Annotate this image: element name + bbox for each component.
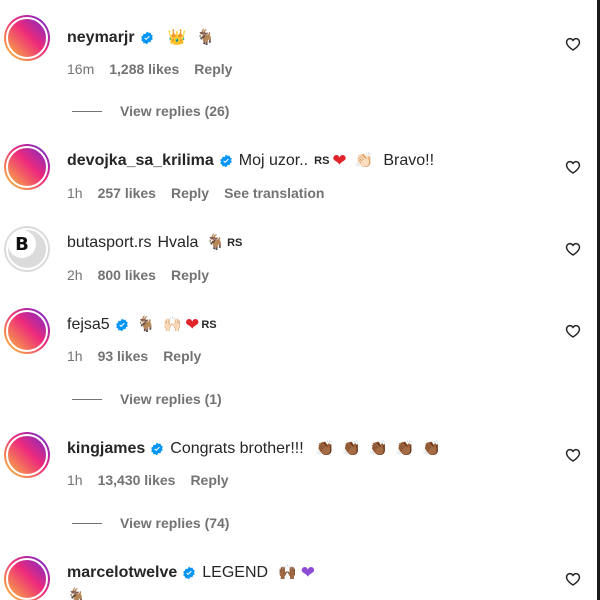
clap-emoji: 👏🏾 [342, 440, 362, 457]
view-replies-label: View replies (1) [120, 391, 222, 407]
clap-emoji: 👏🏾 [395, 440, 415, 457]
likes-count[interactable]: 93 likes [98, 347, 149, 365]
avatar[interactable] [4, 556, 50, 600]
crown-emoji: 👑 [167, 29, 187, 46]
red-heart-icon: ❤ [332, 151, 347, 170]
avatar[interactable] [4, 144, 50, 190]
comments-panel: neymarjr 👑 🐐 16m 1,288 likes Reply View … [0, 0, 600, 600]
reply-button[interactable]: Reply [190, 471, 228, 489]
username[interactable]: marcelotwelve [67, 562, 177, 584]
heart-outline-icon[interactable] [565, 323, 581, 339]
see-translation-button[interactable]: See translation [224, 184, 324, 202]
divider-dash [72, 522, 102, 524]
heart-outline-icon[interactable] [565, 241, 581, 257]
avatar[interactable] [4, 15, 50, 61]
likes-count[interactable]: 13,430 likes [98, 471, 176, 489]
avatar[interactable] [4, 308, 50, 354]
reply-button[interactable]: Reply [194, 60, 232, 78]
username[interactable]: fejsa5 [67, 314, 110, 336]
reply-button[interactable]: Reply [171, 184, 209, 202]
view-replies-label: View replies (74) [120, 515, 230, 531]
timestamp: 16m [67, 61, 95, 77]
username[interactable]: butasport.rs [67, 232, 151, 254]
comment-text: Hvala [157, 234, 199, 251]
username[interactable]: kingjames [67, 438, 145, 460]
verified-badge-icon [183, 566, 196, 580]
verified-badge-icon [140, 31, 153, 45]
view-replies-button[interactable]: View replies (26) [72, 103, 229, 119]
clap-emoji: 👏🏾 [369, 440, 388, 457]
view-replies-label: View replies (26) [120, 103, 230, 119]
username[interactable]: neymarjr [67, 27, 135, 49]
avatar[interactable] [4, 432, 50, 478]
verified-badge-icon [115, 318, 128, 332]
view-replies-button[interactable]: View replies (1) [72, 391, 222, 407]
username[interactable]: devojka_sa_krilima [67, 150, 214, 172]
timestamp: 1h [67, 185, 83, 201]
comment-text: Congrats brother!!! [170, 440, 304, 457]
timestamp: 2h [67, 267, 83, 283]
comment-text-2: Bravo!! [383, 152, 435, 169]
verified-badge-icon [151, 442, 164, 456]
purple-heart-icon: ❤ [300, 563, 316, 582]
clap-emoji: 👏🏾 [315, 440, 335, 457]
verified-badge-icon [219, 154, 232, 168]
goat-emoji: 🐐 [206, 234, 226, 251]
reply-button[interactable]: Reply [171, 266, 209, 284]
comment-text: LEGEND [202, 564, 269, 581]
avatar[interactable]: B [4, 226, 50, 272]
rs-flag: RS [314, 155, 330, 167]
goat-emoji: 🐐 [196, 29, 215, 46]
rs-flag: RS [201, 319, 217, 331]
buta-logo: B [8, 230, 36, 258]
raised-hands-emoji: 🙌🏻 [163, 316, 183, 333]
likes-count[interactable]: 800 likes [98, 266, 156, 284]
likes-count[interactable]: 257 likes [98, 184, 156, 202]
raised-hands-emoji: 🙌🏾 [278, 564, 297, 581]
timestamp: 1h [67, 348, 83, 364]
reply-button[interactable]: Reply [163, 347, 201, 365]
heart-outline-icon[interactable] [565, 159, 581, 175]
timestamp: 1h [67, 472, 83, 488]
clap-emoji: 👏🏾 [422, 440, 442, 457]
heart-outline-icon[interactable] [565, 447, 581, 463]
comment-text: Moj uzor.. [238, 152, 309, 169]
clap-emoji: 👏🏻 [354, 152, 374, 169]
likes-count[interactable]: 1,288 likes [109, 60, 179, 78]
divider-dash [72, 110, 102, 112]
red-heart-icon: ❤ [185, 315, 200, 334]
goat-emoji: 🐐 [67, 588, 86, 600]
heart-outline-icon[interactable] [565, 36, 581, 52]
rs-flag: RS [227, 237, 243, 249]
divider-dash [72, 398, 102, 400]
view-replies-button[interactable]: View replies (74) [72, 515, 229, 531]
goat-emoji: 🐐 [136, 316, 156, 333]
heart-outline-icon[interactable] [565, 571, 581, 587]
